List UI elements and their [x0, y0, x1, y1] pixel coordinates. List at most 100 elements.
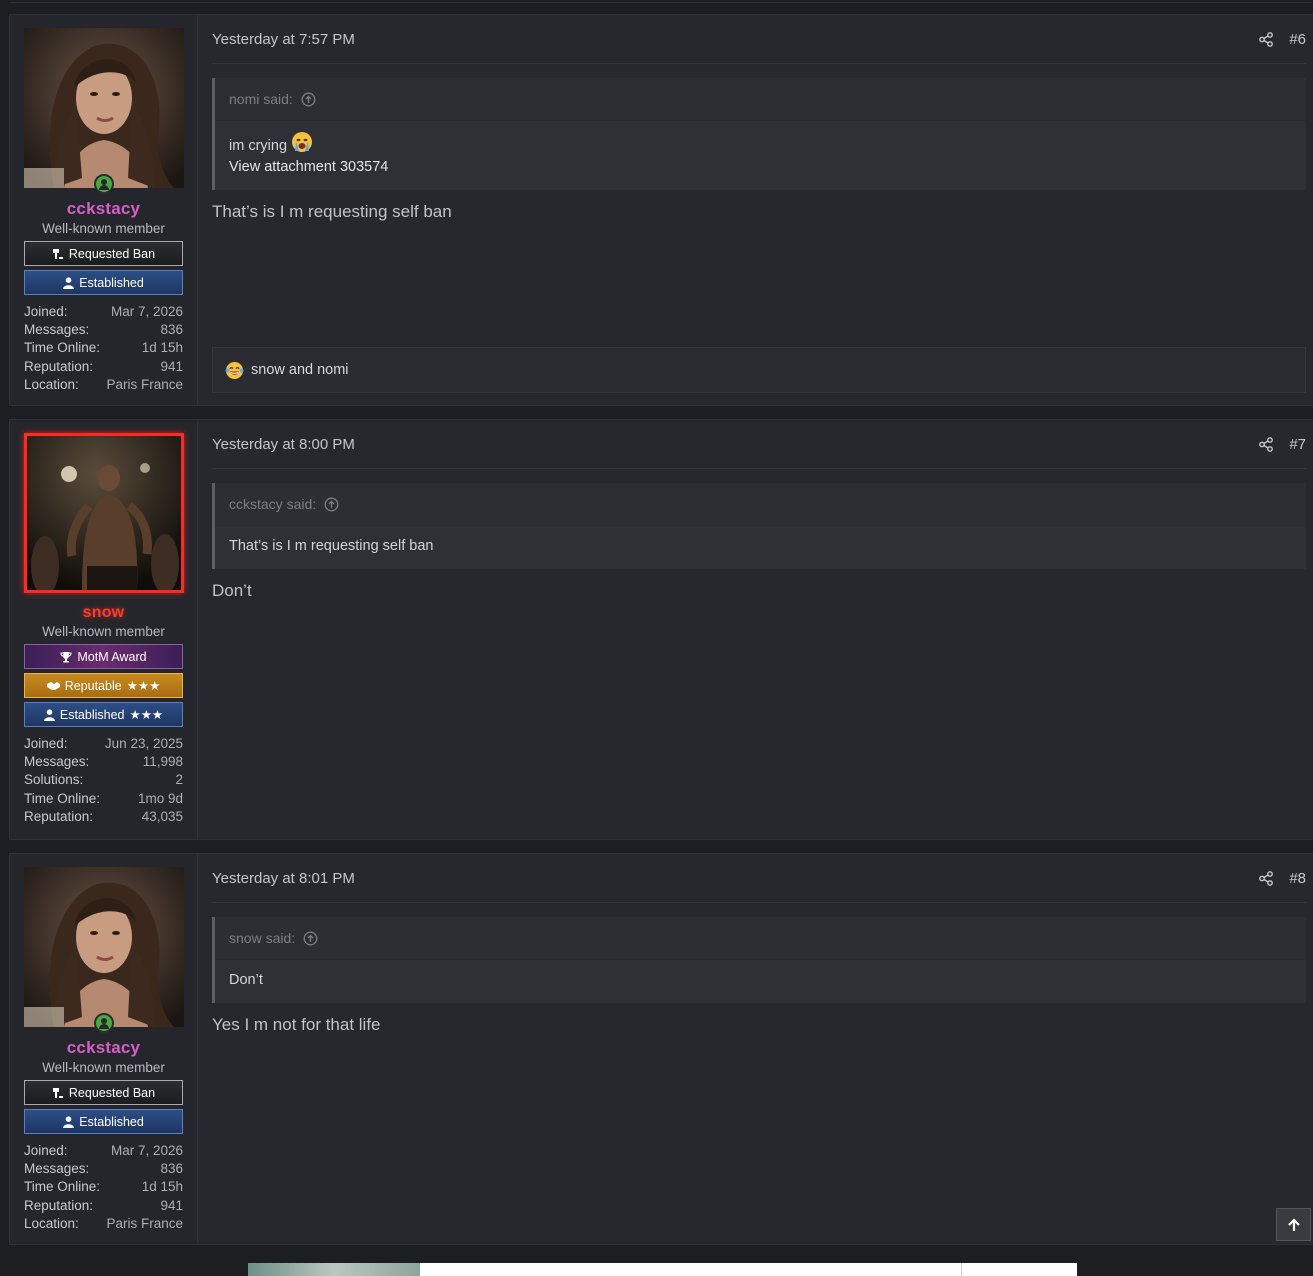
post-number[interactable]: #7 [1289, 436, 1306, 453]
stat-key: Reputation: [24, 358, 94, 374]
stat-key: Joined: [24, 304, 68, 319]
ad-divider [961, 1263, 962, 1276]
stat-value: 11,998 [142, 754, 183, 770]
stat-row: Time Online: 1mo 9d [24, 790, 183, 808]
quote-block: nomi said: im crying View attachment 303… [212, 78, 1306, 190]
post-header: Yesterday at 8:00 PM #7 [212, 420, 1306, 469]
stat-key: Reputation: [24, 1197, 94, 1213]
user-sidebar: cckstacy Well-known member Requested Ban… [10, 15, 198, 405]
banner-requested-ban: Requested Ban [24, 241, 183, 266]
username[interactable]: cckstacy [24, 199, 183, 219]
post-timestamp[interactable]: Yesterday at 8:00 PM [212, 436, 355, 453]
stat-row: Messages: 836 [24, 1160, 183, 1178]
stat-key: Messages: [24, 754, 90, 770]
banner-motm-award: MotM Award [24, 644, 183, 669]
stat-row: Joined: Jun 23, 2025 [24, 735, 183, 753]
share-icon[interactable] [1259, 870, 1274, 886]
user-icon [63, 1115, 75, 1128]
quote-block: snow said: Don’t [212, 917, 1306, 1003]
stat-key: Time Online: [24, 1179, 101, 1195]
advertisement-banner[interactable] [248, 1263, 1077, 1276]
quote-text: Don’t [229, 972, 263, 988]
trophy-icon [60, 651, 72, 662]
share-icon[interactable] [1259, 436, 1274, 452]
stat-value: Paris France [106, 376, 183, 392]
user-sidebar: cckstacy Well-known member Requested Ban… [10, 854, 198, 1244]
post-timestamp[interactable]: Yesterday at 8:01 PM [212, 870, 355, 887]
banner-established: Established ★★★ [24, 702, 183, 727]
avatar[interactable] [24, 28, 184, 194]
stat-value: 836 [160, 1161, 183, 1177]
banner-requested-ban: Requested Ban [24, 1080, 183, 1105]
stat-value: 1d 15h [141, 340, 183, 356]
gavel-icon [52, 248, 63, 259]
username[interactable]: cckstacy [24, 1038, 183, 1058]
banner-label: Reputable [64, 678, 122, 693]
avatar[interactable] [24, 433, 184, 593]
post-body: Yesterday at 7:57 PM #6 nomi said: im cr… [198, 15, 1313, 405]
stat-row: Joined: Mar 7, 2026 [24, 1142, 183, 1160]
star-rating: ★★★ [129, 708, 164, 722]
banner-reputable: Reputable ★★★ [24, 673, 183, 698]
share-icon[interactable] [1259, 31, 1274, 47]
quote-text: im crying [229, 138, 288, 154]
user-title: Well-known member [42, 221, 165, 236]
crying-face-icon [292, 132, 313, 152]
quote-author: nomi said: [229, 91, 293, 107]
attachment-link[interactable]: View attachment 303574 [229, 157, 1292, 178]
star-rating: ★★★ [126, 679, 161, 693]
arrow-up-circle-icon[interactable] [301, 92, 316, 107]
post-6: cckstacy Well-known member Requested Ban… [9, 14, 1313, 406]
post-message: Don’t [212, 581, 252, 600]
quote-header[interactable]: nomi said: [215, 78, 1306, 121]
user-sidebar: snow Well-known member MotM Award Reputa… [10, 420, 198, 839]
post-number[interactable]: #8 [1289, 870, 1306, 887]
user-icon [63, 276, 75, 289]
banner-established: Established [24, 1109, 183, 1134]
banner-label: Established [79, 1114, 144, 1129]
stat-value: Jun 23, 2025 [104, 736, 183, 751]
arrow-up-circle-icon[interactable] [324, 497, 339, 512]
user-stats: Joined: Mar 7, 2026 Messages: 836 Time Onl… [24, 1142, 183, 1233]
banner-label: Established [79, 275, 144, 290]
banner-label: MotM Award [77, 649, 147, 664]
post-message: Yes I m not for that life [212, 1015, 381, 1034]
avatar-image [24, 867, 184, 1027]
banner-established: Established [24, 270, 183, 295]
quote-header[interactable]: snow said: [215, 917, 1306, 960]
quote-content: That’s is I m requesting self ban [215, 526, 1306, 569]
avatar-image [24, 28, 184, 188]
stat-key: Location: [24, 1215, 79, 1231]
stat-value: 1d 15h [141, 1179, 183, 1195]
laughing-tears-icon [225, 361, 244, 379]
post-8: cckstacy Well-known member Requested Ban… [9, 853, 1313, 1245]
stat-key: Location: [24, 376, 79, 392]
stat-value: 43,035 [141, 808, 183, 824]
scroll-to-top-button[interactable] [1276, 1208, 1311, 1241]
post-number[interactable]: #6 [1289, 31, 1306, 48]
banner-label: Requested Ban [68, 246, 156, 261]
post-timestamp[interactable]: Yesterday at 7:57 PM [212, 31, 355, 48]
quote-author: cckstacy said: [229, 496, 317, 512]
avatar[interactable] [24, 867, 184, 1033]
stat-row: Solutions: 2 [24, 771, 183, 789]
username[interactable]: snow [24, 604, 183, 622]
reactions-bar[interactable]: snow and nomi [212, 347, 1306, 393]
quote-content: im crying View attachment 303574 [215, 121, 1306, 190]
stat-value: 941 [160, 1197, 183, 1213]
post-header: Yesterday at 7:57 PM #6 [212, 15, 1306, 64]
arrow-up-circle-icon[interactable] [303, 931, 318, 946]
post-7: snow Well-known member MotM Award Reputa… [9, 419, 1313, 840]
post-message: That’s is I m requesting self ban [212, 202, 452, 221]
quote-line: im crying [229, 131, 1292, 157]
stat-row: Time Online: 1d 15h [24, 339, 183, 357]
gavel-icon [52, 1087, 63, 1098]
post-body: Yesterday at 8:00 PM #7 cckstacy said: T… [198, 420, 1313, 839]
stat-row: Time Online: 1d 15h [24, 1178, 183, 1196]
reaction-users[interactable]: snow and nomi [251, 362, 349, 378]
user-icon [43, 708, 55, 721]
stat-key: Reputation: [24, 808, 94, 824]
quote-block: cckstacy said: That’s is I m requesting … [212, 483, 1306, 569]
quote-header[interactable]: cckstacy said: [215, 483, 1306, 526]
stat-key: Time Online: [24, 340, 101, 356]
